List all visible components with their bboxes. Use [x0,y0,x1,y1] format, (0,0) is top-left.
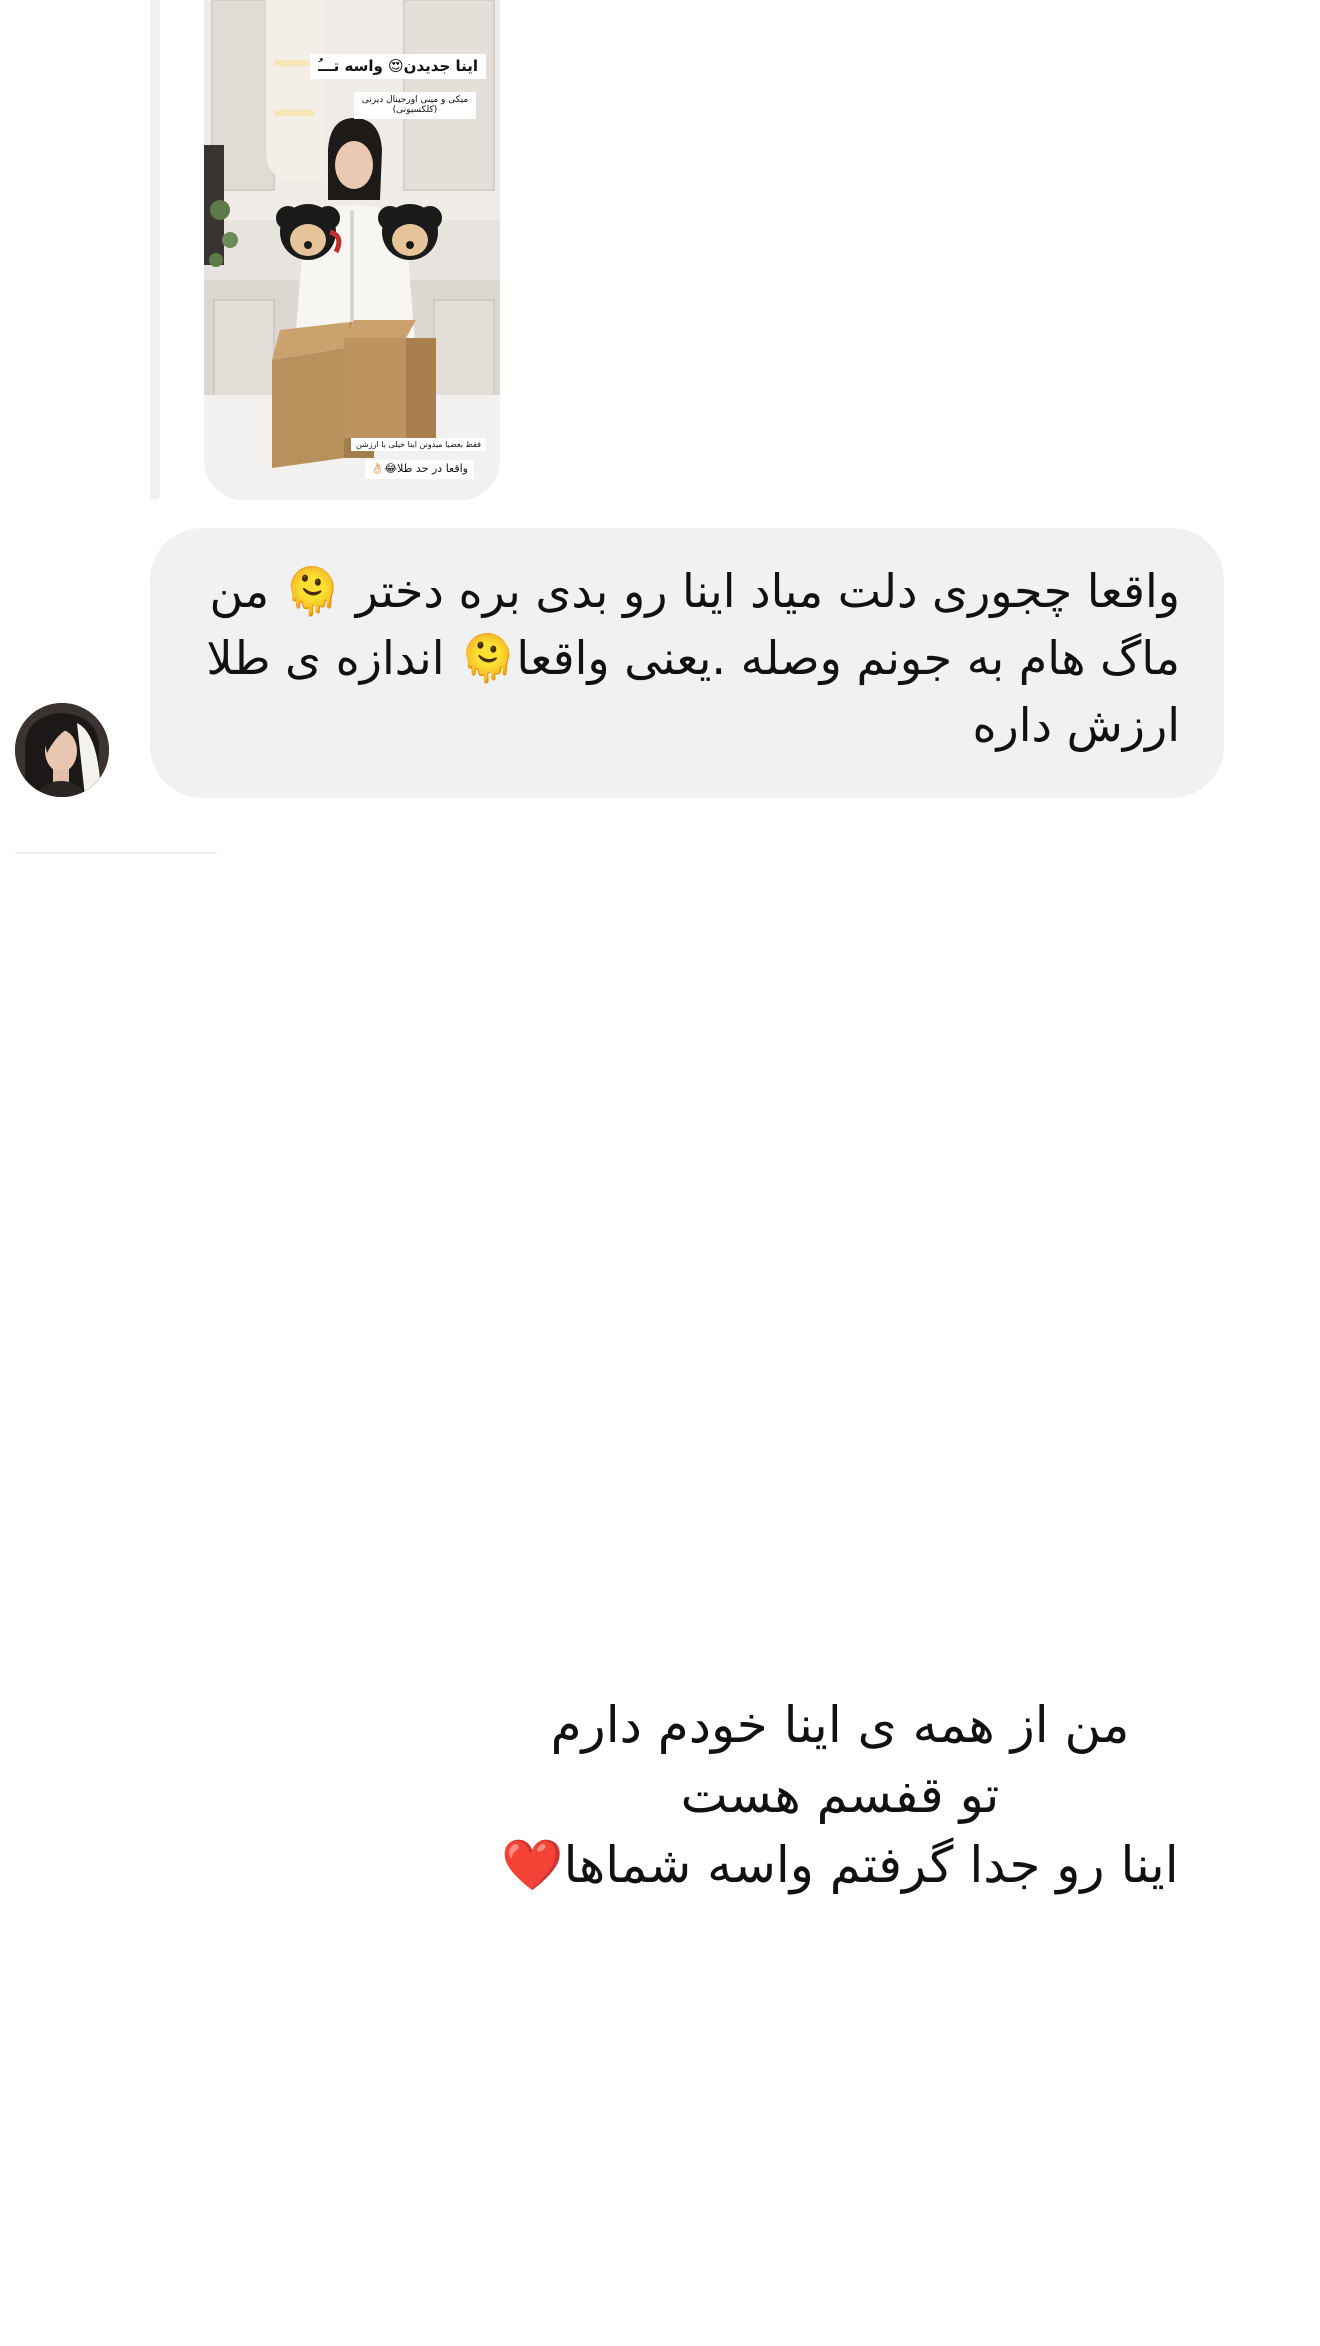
shared-post-thumbnail[interactable]: اینا جدیدن😍 واسه تـــُ میکی و مینی اورجی… [204,0,500,500]
post-caption-sub: میکی و مینی اورجینال دیزنی (کلکسیونی) [354,92,476,119]
story-line-2: تو قفسم هست [680,1766,1000,1824]
divider [15,852,217,854]
chat-screen: اینا جدیدن😍 واسه تـــُ میکی و مینی اورجی… [0,0,1320,2346]
profile-photo-icon[interactable] [15,703,109,797]
message-bubble[interactable]: واقعا چجوری دلت میاد اینا رو بدی بره دخت… [150,528,1224,798]
post-caption-sub2: فقط بعضیا میدونن اینا خیلی با ارزشن [350,438,486,452]
post-caption-bottom: واقعا در حد طلا😂👌🏻 [364,460,474,479]
story-caption: من از همه ی اینا خودم دارم تو قفسم هست ا… [440,1690,1240,1900]
story-line-1: من از همه ی اینا خودم دارم [550,1696,1130,1754]
post-caption-top: اینا جدیدن😍 واسه تـــُ [310,54,486,80]
message-text: واقعا چجوری دلت میاد اینا رو بدی بره دخت… [206,564,1180,752]
reply-thread-line [150,0,160,500]
story-line-3: اینا رو جدا گرفتم واسه شماها❤️ [501,1836,1179,1894]
avatar-image [15,703,109,797]
